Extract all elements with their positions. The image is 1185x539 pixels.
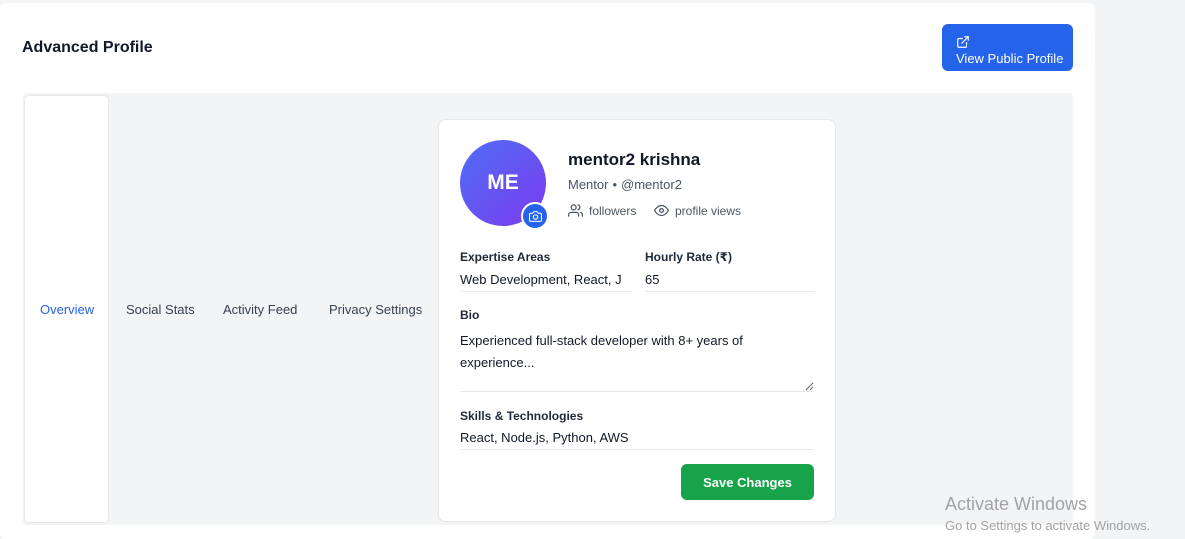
profile-subline: Mentor • @mentor2 <box>568 177 682 192</box>
external-link-icon <box>957 36 969 48</box>
save-changes-button[interactable]: Save Changes <box>681 464 814 500</box>
view-public-profile-button[interactable]: View Public Profile <box>942 24 1073 71</box>
activation-watermark-title: Activate Windows <box>945 494 1088 514</box>
view-public-profile-label: View Public Profile <box>956 51 1064 66</box>
tab-overview[interactable]: Overview <box>40 302 94 317</box>
hourly-rate-input[interactable] <box>645 268 814 292</box>
camera-icon <box>528 210 542 222</box>
skills-input[interactable] <box>460 426 814 450</box>
profile-role: Mentor <box>568 177 609 192</box>
avatar-initials: ME <box>487 171 519 194</box>
hourly-rate-label: Hourly Rate (₹) <box>645 250 733 264</box>
tab-activity-feed[interactable]: Activity Feed <box>223 302 297 317</box>
separator-dot: • <box>612 177 618 192</box>
eye-icon <box>654 204 669 217</box>
profile-views-stat: profile views <box>654 203 741 218</box>
skills-label: Skills & Technologies <box>460 409 584 423</box>
activation-watermark-subtitle: Go to Settings to activate Windows. <box>945 518 1151 533</box>
followers-label: followers <box>589 203 637 218</box>
users-icon <box>568 204 583 217</box>
expertise-input[interactable] <box>460 268 632 292</box>
bio-textarea[interactable]: Experienced full-stack developer with 8+… <box>460 330 814 392</box>
profile-name: mentor2 krishna <box>568 150 701 169</box>
change-avatar-button[interactable] <box>521 202 549 230</box>
tab-social-stats[interactable]: Social Stats <box>126 302 195 317</box>
followers-stat: followers <box>568 203 636 218</box>
bio-label: Bio <box>460 308 480 322</box>
profile-username: @mentor2 <box>621 177 682 192</box>
tab-privacy-settings[interactable]: Privacy Settings <box>329 302 422 317</box>
page-title: Advanced Profile <box>22 39 153 56</box>
resize-grip-icon[interactable] <box>804 381 814 391</box>
expertise-label: Expertise Areas <box>460 250 551 264</box>
profile-views-label: profile views <box>675 203 742 218</box>
